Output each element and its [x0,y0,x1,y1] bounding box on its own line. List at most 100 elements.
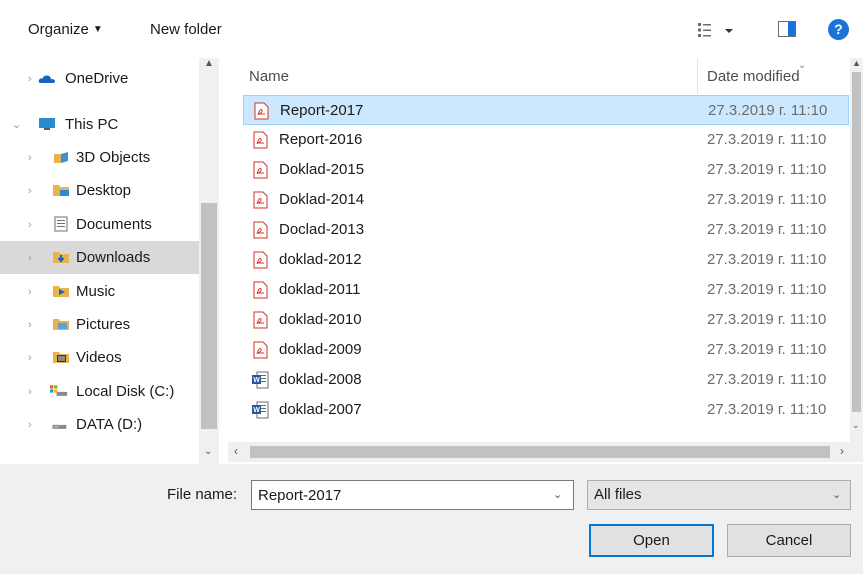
expand-arrow-icon[interactable]: › [28,320,38,331]
file-row[interactable]: doklad-2012 27.3.2019 г. 11:10 [243,245,849,275]
column-header-date-modified[interactable]: Date modified [707,58,847,94]
expand-arrow-icon[interactable]: › [28,420,38,431]
expand-arrow-icon[interactable]: › [28,153,38,164]
file-row[interactable]: doklad-2010 27.3.2019 г. 11:10 [243,305,849,335]
file-row[interactable]: doklad-2009 27.3.2019 г. 11:10 [243,335,849,365]
pdf-file-icon [251,221,269,239]
pdf-file-icon [251,191,269,209]
nav-item-data-drive[interactable]: › DATA (D:) [0,408,199,441]
music-icon [53,286,69,297]
scroll-up-icon[interactable]: ▲ [852,58,861,68]
pdf-file-icon [251,311,269,329]
local-disk-icon [50,385,68,396]
nav-item-local-disk[interactable]: › Local Disk (C:) [0,375,199,408]
file-name-dropdown-icon[interactable]: ⌄ [553,488,562,501]
file-row[interactable]: Doclad-2013 27.3.2019 г. 11:10 [243,215,849,245]
nav-item-music[interactable]: › Music [0,275,199,308]
collapse-arrow-icon[interactable]: ⌄ [12,120,22,131]
open-button[interactable]: Open [589,524,714,557]
nav-label: Documents [76,216,152,233]
horizontal-scroll-thumb[interactable] [250,446,830,458]
column-separator[interactable] [697,58,698,94]
file-name: doklad-2010 [279,311,362,328]
organize-button[interactable]: Organize ▼ [28,21,103,38]
pc-icon [39,118,55,130]
new-folder-button[interactable]: New folder [150,21,222,38]
expand-arrow-icon[interactable]: › [28,220,38,231]
nav-item-downloads[interactable]: › Downloads [0,241,199,274]
nav-label: DATA (D:) [76,416,143,433]
scroll-down-icon[interactable]: ⌄ [852,420,860,431]
change-view-button[interactable] [697,20,737,40]
nav-item-onedrive[interactable]: › OneDrive [0,62,199,95]
nav-label: Local Disk (C:) [76,383,175,400]
file-row[interactable]: Wdoklad-2008 27.3.2019 г. 11:10 [243,365,849,395]
scroll-left-icon[interactable]: ‹ [234,444,238,458]
toolbar: Organize ▼ New folder ? [0,0,863,58]
help-button[interactable]: ? [828,19,849,40]
videos-icon [53,352,69,363]
file-date-modified: 27.3.2019 г. 11:10 [707,311,827,328]
nav-label: Desktop [76,182,132,199]
scroll-down-icon[interactable]: ⌄ [204,446,214,457]
nav-item-videos[interactable]: › Videos [0,341,199,374]
file-date-modified: 27.3.2019 г. 11:10 [708,102,828,119]
file-date-modified: 27.3.2019 г. 11:10 [707,221,827,238]
expand-arrow-icon[interactable]: › [28,287,38,298]
expand-arrow-icon[interactable]: › [28,74,38,85]
expand-arrow-icon[interactable]: › [28,186,38,197]
nav-label: Pictures [76,316,131,333]
file-date-modified: 27.3.2019 г. 11:10 [707,131,827,148]
file-list-vertical-scrollbar[interactable]: ▲ ⌄ [850,58,863,446]
nav-label: Music [76,283,116,300]
nav-label: This PC [65,116,119,133]
file-date-modified: 27.3.2019 г. 11:10 [707,191,827,208]
scroll-right-icon[interactable]: › [840,444,844,458]
nav-item-this-pc[interactable]: ⌄ This PC [0,108,199,141]
file-type-dropdown-icon[interactable]: ⌄ [832,488,841,501]
file-name: doklad-2011 [279,281,361,298]
preview-pane-icon [778,21,796,37]
svg-text:W: W [253,407,260,414]
pdf-file-icon [251,341,269,359]
file-name: Report-2016 [279,131,363,148]
pdf-file-icon [251,281,269,299]
cancel-button[interactable]: Cancel [727,524,851,557]
file-date-modified: 27.3.2019 г. 11:10 [707,251,827,268]
nav-item-documents[interactable]: › Documents [0,208,199,241]
file-name: Doklad-2015 [279,161,365,178]
vertical-scroll-thumb[interactable] [852,72,861,412]
file-date-modified: 27.3.2019 г. 11:10 [707,281,827,298]
file-row[interactable]: Report-2016 27.3.2019 г. 11:10 [243,125,849,155]
file-name-input[interactable] [251,480,574,510]
file-row[interactable]: Report-2017 27.3.2019 г. 11:10 [243,95,849,125]
nav-label: 3D Objects [76,149,151,166]
file-row[interactable]: Wdoklad-2007 27.3.2019 г. 11:10 [243,395,849,425]
nav-label: OneDrive [65,70,129,87]
scroll-up-icon[interactable]: ▲ [204,58,214,69]
pdf-file-icon [251,161,269,179]
file-name: doklad-2009 [279,341,362,358]
nav-scroll-thumb[interactable] [201,203,217,429]
expand-arrow-icon[interactable]: › [28,253,38,264]
3d-objects-icon [54,152,68,163]
file-row[interactable]: Doklad-2014 27.3.2019 г. 11:10 [243,185,849,215]
file-type-select[interactable]: All files [587,480,851,510]
file-row[interactable]: doklad-2011 27.3.2019 г. 11:10 [243,275,849,305]
expand-arrow-icon[interactable]: › [28,387,38,398]
nav-scrollbar[interactable]: ▲ ⌄ [199,58,219,464]
downloads-icon [53,252,69,263]
nav-item-desktop[interactable]: › Desktop [0,174,199,207]
file-name: doklad-2007 [279,401,362,418]
nav-item-pictures[interactable]: › Pictures [0,308,199,341]
file-date-modified: 27.3.2019 г. 11:10 [707,401,827,418]
expand-arrow-icon[interactable]: › [28,353,38,364]
column-header-name[interactable]: Name [249,58,693,94]
view-list-icon [698,23,733,37]
file-list-horizontal-scrollbar[interactable]: ‹ › [228,442,863,462]
preview-pane-button[interactable] [778,21,796,37]
file-date-modified: 27.3.2019 г. 11:10 [707,161,827,178]
file-name: doklad-2012 [279,251,362,268]
file-row[interactable]: Doklad-2015 27.3.2019 г. 11:10 [243,155,849,185]
nav-item-3d-objects[interactable]: › 3D Objects [0,141,199,174]
